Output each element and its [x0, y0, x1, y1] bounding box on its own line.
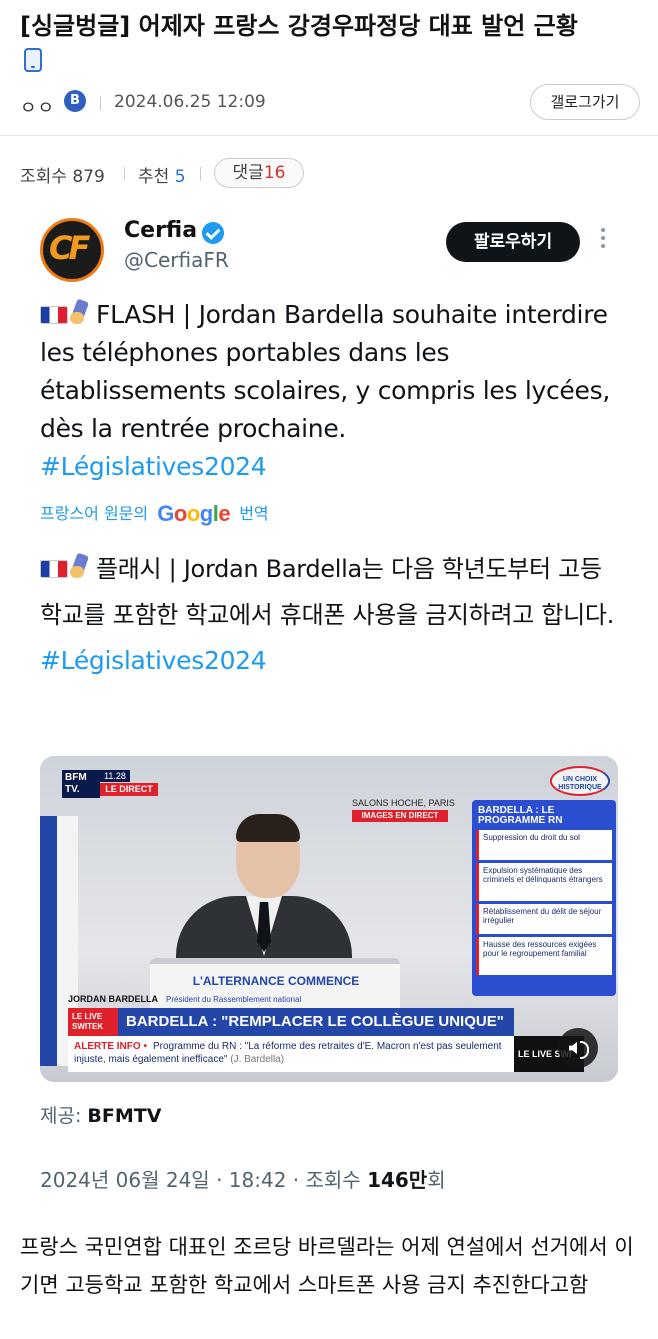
show-tag: LE LIVE SWITEK	[68, 1008, 118, 1036]
post-date: 2024.06.25 12:09	[114, 92, 266, 112]
headline-ribbon: BARDELLA : "REMPLACER LE COLLÈGUE UNIQUE…	[118, 1008, 514, 1036]
tweet-author-handle[interactable]: @CerfiaFR	[124, 248, 229, 272]
tweet-author-name[interactable]: Cerfia	[124, 218, 197, 243]
recommend-number: 5	[174, 167, 186, 187]
view-count: 조회수 879	[20, 167, 105, 187]
gallog-button[interactable]: 갤로그가기	[530, 84, 640, 120]
comments-button[interactable]: 댓글16	[214, 158, 304, 188]
post-stats: 조회수 879 추천 5 댓글16	[20, 158, 640, 188]
news-ticker: ALERTE INFO • Programme du RN : "La réfor…	[68, 1036, 514, 1072]
translate-prefix: 프랑스어 원문의	[40, 504, 149, 523]
broadcast-time: 11.28	[100, 770, 130, 782]
live-tag: LE DIRECT	[100, 783, 158, 796]
lectern-slogan: L'ALTERNANCE COMMENCE	[192, 974, 360, 988]
program-panel: BARDELLA : LE PROGRAMME RN Suppression d…	[472, 800, 616, 996]
member-badge-icon: B	[64, 90, 86, 112]
phone-emoji-icon	[70, 300, 90, 326]
tweet-timestamp: 2024년 06월 24일 · 18:42 · 조회수	[40, 1168, 361, 1192]
ticker-source: (J. Bardella)	[230, 1054, 285, 1065]
choix-historique-logo: UN CHOIX HISTORIQUE	[550, 766, 610, 796]
tweet-meta: 2024년 06월 24일 · 18:42 · 조회수 146만회	[40, 1164, 446, 1193]
comments-label: 댓글	[232, 163, 264, 183]
post-body: 프랑스 국민연합 대표인 조르당 바르델라는 어제 연설에서 선거에서 이기면 …	[20, 1235, 634, 1297]
speaker-hair	[236, 814, 300, 842]
tweet-views: 146만	[367, 1168, 428, 1192]
program-item: Suppression du droit du sol	[476, 830, 612, 860]
follow-button[interactable]: 팔로우하기	[446, 222, 580, 262]
volume-icon[interactable]	[558, 1028, 598, 1068]
recommend-count: 추천 5	[138, 162, 186, 187]
mobile-icon	[24, 48, 42, 72]
post-title: [싱글벙글] 어제자 프랑스 강경우파정당 대표 발언 근황	[20, 12, 578, 40]
france-flag-icon	[40, 560, 68, 578]
avatar-logo-text: CF	[49, 229, 90, 267]
cerfia-avatar[interactable]: CF	[40, 218, 104, 282]
divider	[0, 135, 658, 136]
tweet-text: FLASH | Jordan Bardella souhaite interdi…	[40, 296, 620, 486]
tweet-video[interactable]: BFM TV. 11.28 LE DIRECT SALONS HOCHE, PA…	[40, 756, 618, 1082]
images-direct-tag: IMAGES EN DIRECT	[352, 810, 448, 822]
media-credit: 제공: BFMTV	[40, 1101, 161, 1128]
phone-emoji-icon	[70, 554, 90, 580]
program-title: BARDELLA : LE PROGRAMME RN	[478, 805, 563, 826]
google-logo: Google	[157, 501, 231, 526]
france-flag-icon	[40, 306, 68, 324]
tweet-views-suffix: 회	[427, 1168, 446, 1192]
post-meta: ㅇㅇ B 2024.06.25 12:09 갤로그가기	[20, 84, 640, 122]
hashtag-link[interactable]: #Législatives2024	[40, 646, 267, 675]
divider	[124, 167, 125, 181]
program-item: Rétablissement du délit de séjour irrégu…	[476, 904, 612, 934]
program-item: Expulsion systématique des criminels et …	[476, 863, 612, 901]
recommend-label: 추천	[138, 167, 170, 187]
credit-label: 제공:	[40, 1105, 82, 1127]
translated-text: 플래시 | Jordan Bardella는 다음 학년도부터 고등학교를 포함…	[40, 546, 620, 684]
translated-body: 플래시 | Jordan Bardella는 다음 학년도부터 고등학교를 포함…	[40, 555, 615, 629]
divider	[200, 167, 201, 181]
speaker-name: JORDAN BARDELLA	[68, 994, 158, 1004]
bfm-logo: BFM TV.	[62, 770, 100, 798]
broadcast-location: SALONS HOCHE, PARIS	[352, 798, 455, 808]
verified-badge-icon	[202, 222, 224, 244]
translate-notice[interactable]: 프랑스어 원문의 Google 번역	[40, 500, 269, 527]
speaker-caption: JORDAN BARDELLA Président du Rassemblemen…	[68, 994, 468, 1006]
tweet-body: FLASH | Jordan Bardella souhaite interdi…	[40, 300, 610, 443]
divider	[100, 96, 101, 110]
credit-source: BFMTV	[87, 1105, 162, 1127]
comments-number: 16	[263, 163, 286, 183]
author-name[interactable]: ㅇㅇ	[20, 94, 55, 120]
speaker-role: Président du Rassemblement national	[166, 995, 302, 1004]
translate-suffix: 번역	[239, 504, 269, 523]
alert-label: ALERTE INFO •	[74, 1041, 147, 1052]
more-options-icon[interactable]	[600, 228, 606, 256]
program-item: Hausse des ressources exigées pour le re…	[476, 937, 612, 975]
hashtag-link[interactable]: #Législatives2024	[40, 452, 267, 481]
